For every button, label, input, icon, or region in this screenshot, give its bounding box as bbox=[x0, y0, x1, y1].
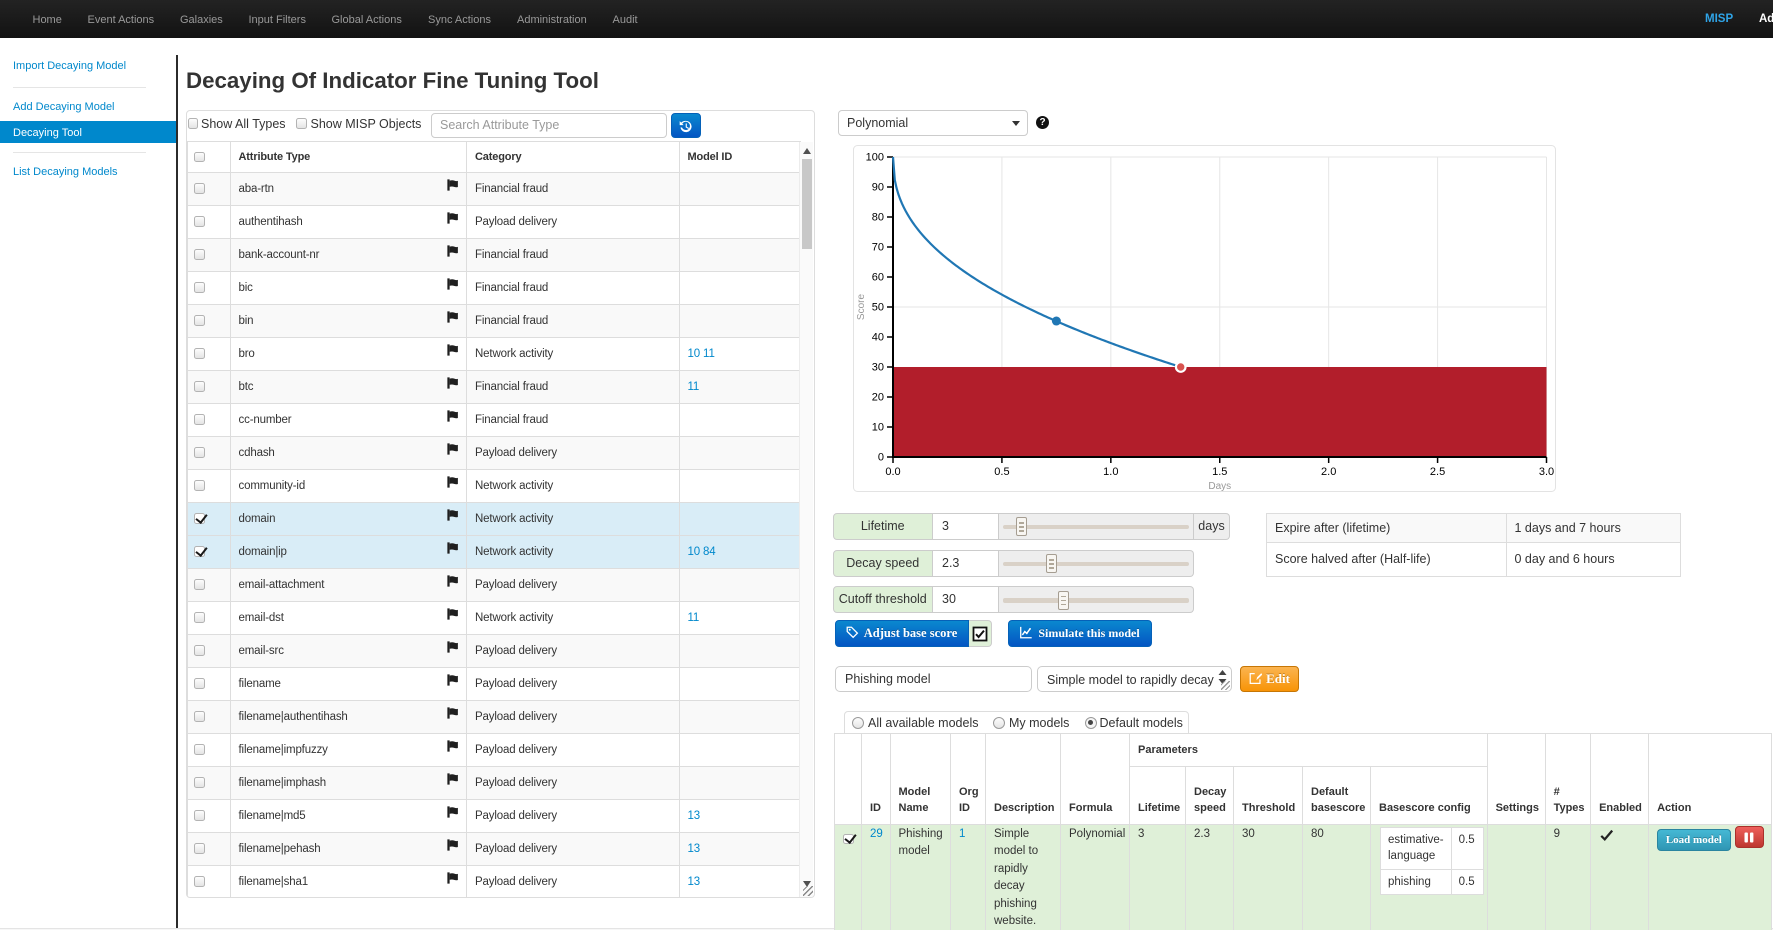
svg-text:20: 20 bbox=[872, 392, 884, 404]
svg-text:90: 90 bbox=[872, 182, 884, 194]
svg-text:100: 100 bbox=[866, 152, 884, 164]
svg-text:Days: Days bbox=[1208, 481, 1231, 492]
svg-text:2.0: 2.0 bbox=[1321, 466, 1336, 478]
svg-text:40: 40 bbox=[872, 332, 884, 344]
svg-text:70: 70 bbox=[872, 242, 884, 254]
svg-text:50: 50 bbox=[872, 302, 884, 314]
svg-text:10: 10 bbox=[872, 422, 884, 434]
svg-text:30: 30 bbox=[872, 362, 884, 374]
svg-text:60: 60 bbox=[872, 272, 884, 284]
svg-text:3.0: 3.0 bbox=[1539, 466, 1554, 478]
svg-text:1.5: 1.5 bbox=[1212, 466, 1227, 478]
svg-text:2.5: 2.5 bbox=[1430, 466, 1445, 478]
svg-text:0: 0 bbox=[878, 452, 884, 464]
svg-text:1.0: 1.0 bbox=[1103, 466, 1118, 478]
svg-text:0.0: 0.0 bbox=[885, 466, 900, 478]
svg-text:Score: Score bbox=[856, 294, 867, 321]
svg-text:0.5: 0.5 bbox=[994, 466, 1009, 478]
svg-text:80: 80 bbox=[872, 212, 884, 224]
